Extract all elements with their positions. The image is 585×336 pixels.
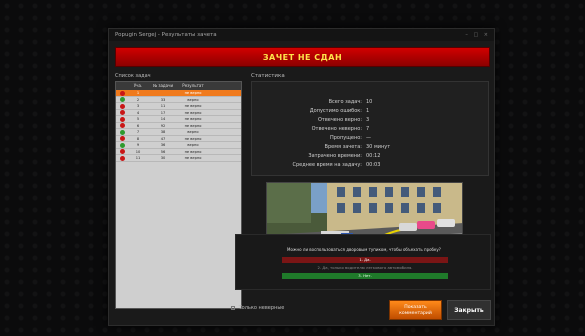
task-row[interactable]: 11 30 не верно: [116, 155, 241, 162]
task-row-result: не верно: [184, 136, 202, 141]
header-col-1: Уча.: [133, 83, 143, 88]
task-row-task: 92: [160, 123, 166, 128]
checkbox-icon[interactable]: [231, 305, 235, 310]
correct-status-icon: [120, 97, 125, 103]
task-row-number: 2: [136, 97, 140, 102]
task-rows: 1 не верно 2 33 верно 3 11 не верно 4 17 не верно 5…: [116, 90, 241, 162]
question-panel: Можно ли воспользоваться дворовым тупико…: [235, 234, 491, 290]
stat-row: Отвечено неверно: 7: [252, 125, 490, 133]
stat-value: 30 минут: [366, 144, 391, 150]
correct-status-icon: [120, 129, 125, 135]
answer-option-2[interactable]: 2. Да, только водителю легкового автомоб…: [282, 265, 448, 271]
task-row-result: не верно: [184, 110, 202, 115]
task-row-number: 5: [136, 117, 140, 121]
question-text: Можно ли воспользоваться дворовым тупико…: [287, 247, 441, 252]
stats-panel: Всего задач: 10 Допустимо ошибок: 1 Отвечено…: [251, 81, 489, 176]
stat-row: Среднее время на задачу: 00:03: [252, 161, 490, 169]
task-row-number: 6: [136, 123, 140, 128]
task-list-header: Уча. № задачи Результат: [116, 82, 241, 90]
window-title: Popugin Sergej - Результаты зачета: [115, 32, 217, 38]
task-row-result: верно: [187, 130, 199, 134]
task-row-task: 14: [160, 117, 166, 121]
task-row-result: не верно: [184, 156, 202, 160]
task-row-result: не верно: [184, 117, 202, 121]
header-col-3: Результат: [182, 83, 204, 88]
task-row-result: не верно: [184, 104, 202, 108]
stat-label: Отвечено верно:: [317, 117, 362, 123]
task-row-number: 9: [136, 143, 140, 147]
stat-label: Всего задач:: [328, 99, 362, 105]
wrong-status-icon: [120, 123, 125, 129]
show-comment-button[interactable]: Показать комментарий: [389, 300, 442, 320]
task-row-result: не верно: [184, 149, 202, 154]
stat-value: 3: [366, 117, 370, 123]
task-row-task: 30: [160, 156, 166, 160]
answer-option-1[interactable]: 1. Да.: [282, 257, 448, 263]
stat-label: Среднее время на задачу:: [292, 162, 362, 168]
task-row-number: 8: [136, 136, 140, 141]
close-button[interactable]: Закрыть: [447, 300, 491, 320]
result-banner: ЗАЧЕТ НЕ СДАН: [115, 47, 490, 67]
stat-row: Всего задач: 10: [252, 98, 490, 106]
wrong-status-icon: [120, 90, 125, 96]
task-list-caption: Список задач: [115, 73, 151, 79]
task-row-number: 3: [136, 104, 140, 108]
only-wrong-label: Только неверные: [238, 305, 285, 311]
correct-status-icon: [120, 142, 125, 148]
stat-row: Отвечено верно: 3: [252, 116, 490, 124]
task-row-number: 10: [135, 149, 141, 154]
stat-value: 00:03: [366, 162, 381, 168]
task-row-result: не верно: [184, 123, 202, 128]
task-row-result: верно: [187, 143, 199, 147]
stat-label: Допустимо ошибок:: [309, 108, 362, 114]
wrong-status-icon: [120, 116, 125, 122]
stat-row: Затрачено времени: 00:12: [252, 152, 490, 160]
stat-row: Время зачета: 30 минут: [252, 143, 490, 151]
window-controls[interactable]: – □ ×: [465, 29, 490, 41]
task-row-task: 33: [160, 97, 166, 102]
wrong-status-icon: [120, 110, 125, 116]
task-row-task: 47: [160, 136, 166, 141]
only-wrong-toggle[interactable]: Только неверные: [231, 305, 284, 311]
wrong-status-icon: [120, 155, 125, 161]
stat-value: —: [366, 135, 371, 141]
stat-label: Время зачета:: [324, 144, 362, 150]
stat-label: Пропущено:: [329, 135, 362, 141]
task-row-number: 7: [136, 130, 140, 134]
header-col-2: № задачи: [152, 83, 174, 88]
stat-value: 7: [366, 126, 370, 132]
task-list[interactable]: Уча. № задачи Результат 1 не верно 2 33 верн…: [115, 81, 242, 309]
results-window: Popugin Sergej - Результаты зачета – □ ×…: [108, 28, 495, 326]
task-row-task: 36: [160, 143, 166, 147]
header-status: [116, 82, 128, 90]
stat-row: Допустимо ошибок: 1: [252, 107, 490, 115]
stats-title: Статистика: [251, 73, 285, 79]
task-row-result: верно: [187, 97, 199, 102]
task-row-task: 38: [160, 130, 166, 134]
task-row-number: 1: [136, 91, 140, 95]
answer-option-3[interactable]: 3. Нет.: [282, 273, 448, 279]
task-row-number: 11: [135, 156, 141, 160]
task-row-task: 56: [160, 149, 166, 154]
task-row-result: не верно: [184, 91, 202, 95]
stat-value: 1: [366, 108, 370, 114]
stat-label: Отвечено неверно:: [311, 126, 362, 132]
task-row-task: 17: [160, 110, 166, 115]
stat-row: Пропущено: —: [252, 134, 490, 142]
task-row-task: 11: [160, 104, 166, 108]
wrong-status-icon: [120, 149, 125, 155]
task-row-number: 4: [136, 110, 140, 115]
stat-value: 10: [366, 99, 373, 105]
stat-label: Затрачено времени:: [308, 153, 362, 159]
window-titlebar[interactable]: Popugin Sergej - Результаты зачета – □ ×: [109, 29, 494, 41]
task-row-task: [148, 90, 178, 96]
wrong-status-icon: [120, 103, 125, 109]
stat-value: 00:12: [366, 153, 381, 159]
wrong-status-icon: [120, 136, 125, 142]
